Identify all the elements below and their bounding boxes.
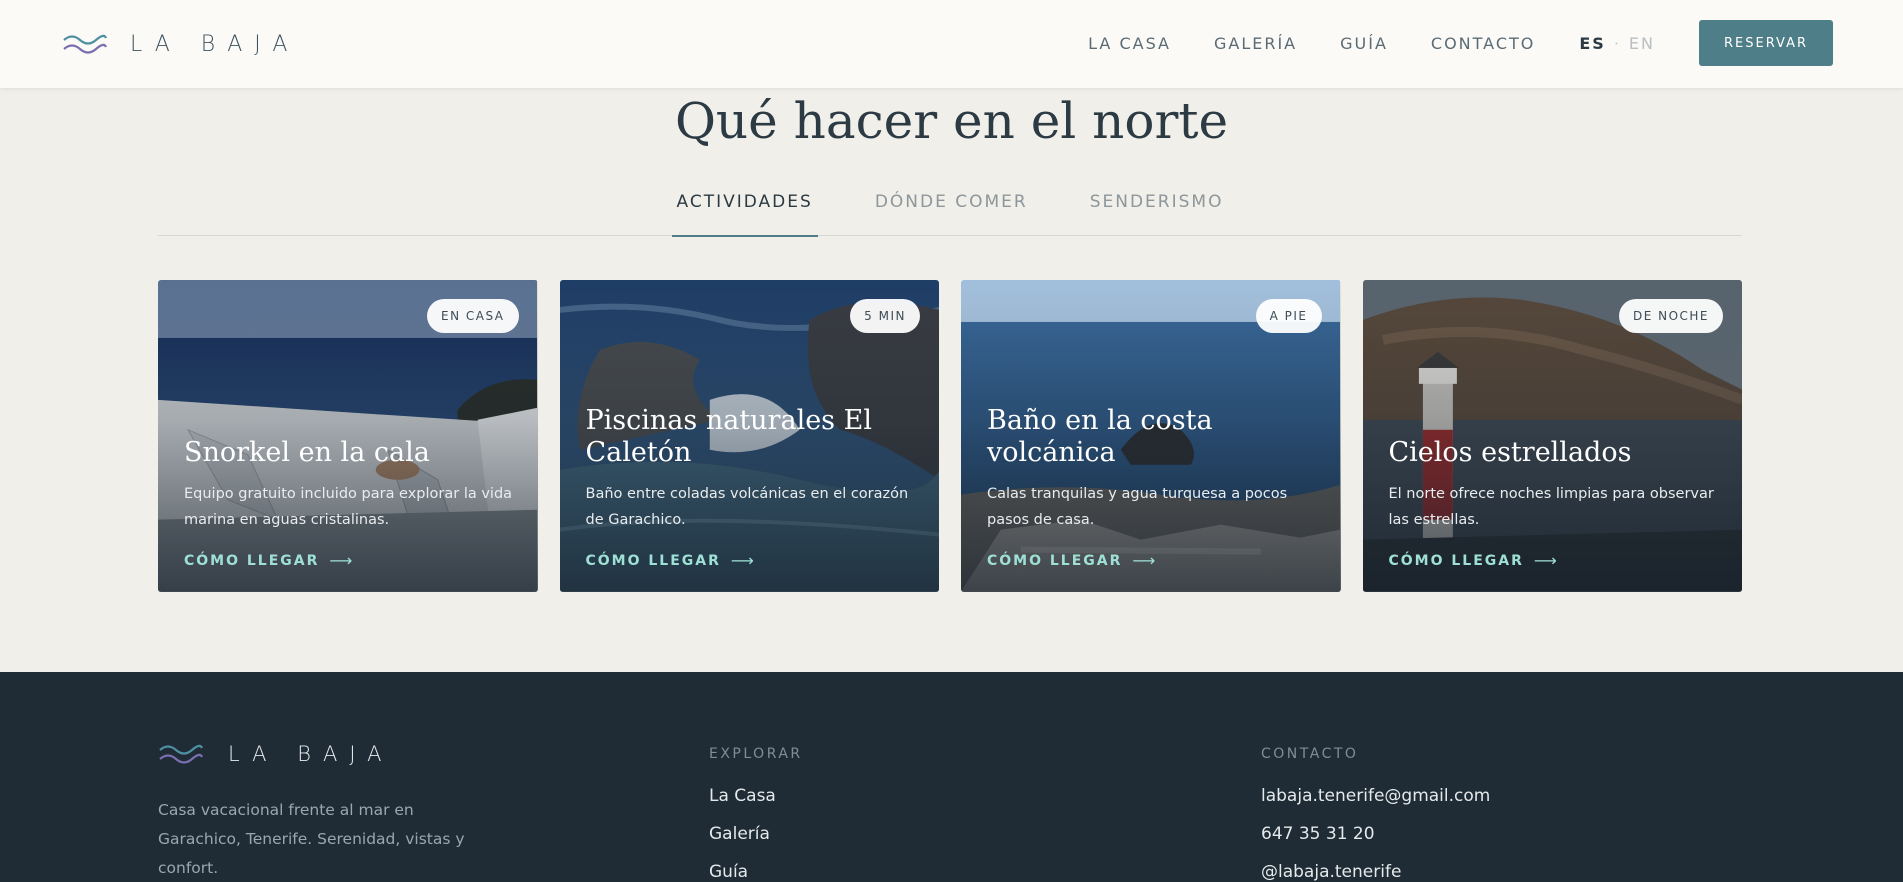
card-badge: 5 MIN — [850, 299, 920, 333]
footer-explore: EXPLORAR La Casa Galería Guía — [709, 746, 803, 882]
tab-bar: ACTIVIDADES DÓNDE COMER SENDERISMO — [158, 184, 1742, 237]
tab-actividades[interactable]: ACTIVIDADES — [671, 184, 819, 237]
activity-card[interactable]: 5 MIN Piscinas naturales El Caletón Baño… — [559, 280, 939, 592]
directions-link[interactable]: CÓMO LLEGAR ⟶ — [987, 551, 1319, 570]
activity-card[interactable]: A PIE Baño en la costa volcánica Calas t… — [961, 280, 1341, 592]
reserve-button[interactable]: RESERVAR — [1699, 20, 1833, 66]
footer-link-guia[interactable]: Guía — [709, 862, 803, 882]
nav-galeria[interactable]: GALERÍA — [1214, 34, 1297, 53]
nav-contacto[interactable]: CONTACTO — [1431, 34, 1535, 53]
footer-logo-text: LA BAJA — [228, 742, 394, 766]
card-description: Calas tranquilas y agua turquesa a pocos… — [987, 486, 1288, 528]
arrow-right-icon: ⟶ — [1132, 551, 1158, 570]
footer-instagram-link[interactable]: @labaja.tenerife — [1261, 862, 1490, 882]
footer-link-la-casa[interactable]: La Casa — [709, 786, 803, 824]
footer-explore-heading: EXPLORAR — [709, 746, 803, 762]
lang-separator: · — [1613, 33, 1621, 53]
arrow-right-icon: ⟶ — [1533, 551, 1559, 570]
site-footer: LA BAJA Casa vacacional frente al mar en… — [0, 672, 1903, 882]
footer-contact-heading: CONTACTO — [1261, 746, 1359, 762]
card-title: Cielos estrellados — [1388, 437, 1632, 468]
activity-card[interactable]: EN CASA Snorkel en la cala Equipo gratui… — [158, 280, 538, 592]
footer-description: Casa vacacional frente al mar en Garachi… — [158, 801, 465, 877]
card-description: Equipo gratuito incluido para explorar l… — [184, 486, 513, 528]
section-title: Qué hacer en el norte — [674, 92, 1229, 150]
tab-senderismo[interactable]: SENDERISMO — [1085, 184, 1229, 236]
card-description: Baño entre coladas volcánicas en el cora… — [585, 486, 909, 528]
activity-cards: EN CASA Snorkel en la cala Equipo gratui… — [158, 280, 1742, 592]
footer-logo[interactable]: LA BAJA — [158, 740, 394, 768]
footer-email-link[interactable]: labaja.tenerife@gmail.com — [1261, 786, 1490, 824]
waves-logo-icon — [159, 744, 204, 764]
lang-es[interactable]: ES — [1579, 34, 1605, 53]
footer-contact: CONTACTO labaja.tenerife@gmail.com 647 3… — [1261, 746, 1490, 882]
card-badge: A PIE — [1255, 299, 1322, 333]
nav-guia[interactable]: GUÍA — [1340, 34, 1388, 53]
logo[interactable]: LA BAJA — [62, 28, 299, 60]
footer-link-galeria[interactable]: Galería — [709, 824, 803, 862]
card-title: Baño en la costa volcánica — [987, 405, 1213, 468]
card-description: El norte ofrece noches limpias para obse… — [1388, 486, 1714, 528]
card-badge: EN CASA — [426, 299, 519, 333]
directions-link[interactable]: CÓMO LLEGAR ⟶ — [1389, 551, 1721, 570]
site-header: LA BAJA LA CASA GALERÍA GUÍA CONTACTO ES… — [0, 0, 1903, 88]
tab-donde-comer[interactable]: DÓNDE COMER — [870, 184, 1033, 236]
nav-la-casa[interactable]: LA CASA — [1088, 34, 1171, 53]
directions-link[interactable]: CÓMO LLEGAR ⟶ — [586, 551, 918, 570]
language-switcher: ES · EN — [1579, 34, 1655, 53]
arrow-right-icon: ⟶ — [329, 551, 355, 570]
activity-card[interactable]: DE NOCHE Cielos estrellados El norte ofr… — [1362, 280, 1742, 592]
main-nav: LA CASA GALERÍA GUÍA CONTACTO ES · EN RE… — [1088, 20, 1833, 66]
footer-phone-link[interactable]: 647 35 31 20 — [1261, 824, 1490, 862]
arrow-right-icon: ⟶ — [730, 551, 756, 570]
card-title: Piscinas naturales El Caletón — [585, 405, 872, 468]
directions-link[interactable]: CÓMO LLEGAR ⟶ — [184, 551, 516, 570]
card-badge: DE NOCHE — [1618, 299, 1723, 333]
waves-logo-icon — [63, 34, 108, 54]
card-title: Snorkel en la cala — [184, 437, 430, 468]
logo-text: LA BAJA — [130, 31, 300, 57]
lang-en[interactable]: EN — [1629, 34, 1655, 53]
